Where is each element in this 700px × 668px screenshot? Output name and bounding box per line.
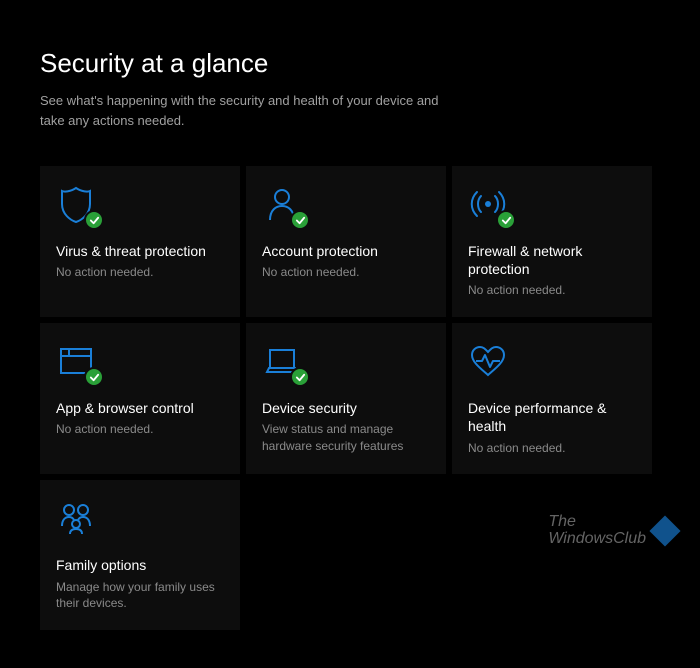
status-ok-badge	[84, 210, 104, 230]
status-ok-badge	[84, 367, 104, 387]
tile-status: No action needed.	[468, 440, 636, 457]
status-ok-badge	[496, 210, 516, 230]
watermark-text: The WindowsClub	[548, 514, 646, 548]
family-icon	[56, 498, 100, 542]
watermark-line1: The	[548, 514, 646, 531]
tile-title: App & browser control	[56, 399, 224, 417]
security-tile[interactable]: Family options Manage how your family use…	[40, 480, 240, 630]
windows-logo-icon	[649, 516, 680, 547]
watermark: The WindowsClub	[548, 514, 676, 548]
security-tile[interactable]: Device performance & health No action nee…	[452, 323, 652, 474]
tile-title: Device performance & health	[468, 399, 636, 435]
tile-status: View status and manage hardware security…	[262, 421, 430, 455]
tile-status: No action needed.	[56, 264, 224, 281]
security-tile[interactable]: App & browser control No action needed.	[40, 323, 240, 474]
tile-title: Account protection	[262, 242, 430, 260]
person-icon	[262, 184, 306, 228]
tile-title: Family options	[56, 556, 224, 574]
tile-title: Virus & threat protection	[56, 242, 224, 260]
status-ok-badge	[290, 367, 310, 387]
tile-status: No action needed.	[468, 282, 636, 299]
tile-status: Manage how your family uses their device…	[56, 579, 224, 613]
security-tile[interactable]: Virus & threat protection No action neede…	[40, 166, 240, 317]
tile-title: Firewall & network protection	[468, 242, 636, 278]
window-icon	[56, 341, 100, 385]
security-tile[interactable]: Firewall & network protection No action n…	[452, 166, 652, 317]
watermark-line2: WindowsClub	[548, 531, 646, 548]
laptop-icon	[262, 341, 306, 385]
tile-title: Device security	[262, 399, 430, 417]
status-ok-badge	[290, 210, 310, 230]
page-subtitle: See what's happening with the security a…	[40, 91, 460, 130]
tile-status: No action needed.	[262, 264, 430, 281]
security-tile[interactable]: Device security View status and manage ha…	[246, 323, 446, 474]
page-title: Security at a glance	[40, 48, 660, 79]
tiles-grid: Virus & threat protection No action neede…	[40, 166, 660, 630]
tile-status: No action needed.	[56, 421, 224, 438]
security-tile[interactable]: Account protection No action needed.	[246, 166, 446, 317]
heart-icon	[468, 341, 512, 385]
antenna-icon	[468, 184, 512, 228]
shield-icon	[56, 184, 100, 228]
